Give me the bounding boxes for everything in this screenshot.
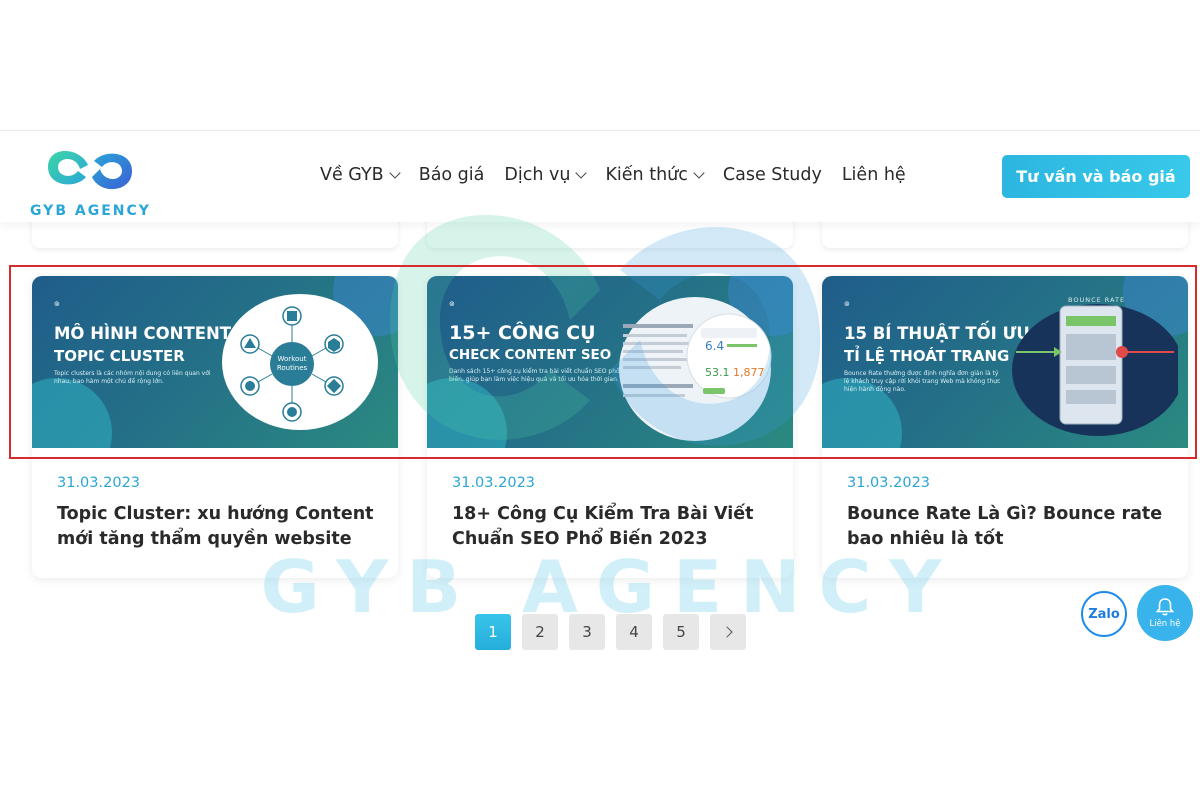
- seo-tool-screenshot-icon: 6.4 53.1 1,877: [619, 297, 772, 441]
- nav-item-label: Case Study: [722, 165, 822, 185]
- page-button-5[interactable]: 5: [663, 614, 699, 650]
- svg-text:Workout: Workout: [278, 355, 307, 363]
- zalo-chat-button[interactable]: Zalo: [1081, 591, 1127, 637]
- svg-text:1,877: 1,877: [733, 366, 765, 379]
- post-card[interactable]: ⊚ MÔ HÌNH CONTENT TOPIC CLUSTER Topic cl…: [32, 276, 398, 578]
- post-thumbnail[interactable]: ⊚ 15 BÍ THUẬT TỐI ƯU TỈ LỆ THOÁT TRANG B…: [822, 276, 1188, 448]
- nav-item-label: Dịch vụ: [504, 165, 571, 185]
- brand-name: GYB AGENCY: [30, 203, 151, 219]
- thumb-description: Topic clusters là các nhóm nội dung có l…: [54, 370, 211, 385]
- brand-logo[interactable]: GYB AGENCY: [30, 141, 150, 221]
- thumb-description: Bounce Rate thường được định nghĩa đơn g…: [844, 370, 1001, 393]
- site-header: GYB AGENCY Về GYB Báo giá Dịch vụ Kiến t…: [0, 130, 1200, 222]
- topic-cluster-diagram-icon: Workout Routines: [222, 294, 378, 430]
- thumb-logo-icon: ⊚: [449, 300, 456, 308]
- svg-text:Routines: Routines: [277, 364, 308, 372]
- chevron-down-icon: [389, 167, 401, 179]
- page-button-3[interactable]: 3: [569, 614, 605, 650]
- nav-item-label: Kiến thức: [605, 165, 688, 185]
- post-card[interactable]: ⊚ 15+ CÔNG CỤ CHECK CONTENT SEO Danh sác…: [427, 276, 793, 578]
- page-button-1[interactable]: 1: [475, 614, 511, 650]
- thumb-title-line2: TỈ LỆ THOÁT TRANG: [844, 347, 1010, 365]
- chevron-down-icon: [693, 167, 705, 179]
- post-title[interactable]: Topic Cluster: xu hướng Content mới tăng…: [57, 502, 377, 552]
- bounce-rate-label: BOUNCE RATE: [1068, 296, 1126, 304]
- thumb-title-line1: MÔ HÌNH CONTENT: [54, 324, 232, 343]
- pagination: 1 2 3 4 5: [475, 614, 746, 650]
- nav-item-case-study[interactable]: Case Study: [723, 165, 822, 185]
- bounce-rate-illustration-icon: [1012, 304, 1178, 436]
- post-title[interactable]: 18+ Công Cụ Kiểm Tra Bài Viết Chuẩn SEO …: [452, 502, 772, 552]
- main-nav: Về GYB Báo giá Dịch vụ Kiến thức Case St…: [320, 165, 906, 185]
- contact-label: Liên hệ: [1149, 619, 1181, 629]
- decor-shape: [32, 378, 112, 448]
- nav-item-contact[interactable]: Liên hệ: [842, 165, 906, 185]
- chevron-right-icon: [720, 626, 733, 638]
- post-date: 31.03.2023: [57, 475, 141, 491]
- decor-shape: [427, 378, 507, 448]
- nav-item-about[interactable]: Về GYB: [320, 165, 401, 185]
- thumb-logo-icon: ⊚: [844, 300, 851, 308]
- zalo-label: Zalo: [1088, 606, 1120, 622]
- post-title[interactable]: Bounce Rate Là Gì? Bounce rate bao nhiêu…: [847, 502, 1167, 552]
- post-date: 31.03.2023: [452, 475, 536, 491]
- thumb-description: Danh sách 15+ công cụ kiểm tra bài viết …: [449, 368, 620, 383]
- page: GYB AGENCY Về GYB Báo giá Dịch vụ Kiến t…: [0, 0, 1200, 800]
- nav-item-label: Liên hệ: [841, 165, 906, 185]
- thumb-logo-icon: ⊚: [54, 300, 61, 308]
- post-thumbnail[interactable]: ⊚ MÔ HÌNH CONTENT TOPIC CLUSTER Topic cl…: [32, 276, 398, 448]
- page-button-2[interactable]: 2: [522, 614, 558, 650]
- consult-button[interactable]: Tư vấn và báo giá: [1002, 155, 1190, 198]
- nav-item-knowledge[interactable]: Kiến thức: [605, 165, 705, 185]
- next-page-button[interactable]: [710, 614, 746, 650]
- post-date: 31.03.2023: [847, 475, 931, 491]
- logo-mark-icon: [48, 151, 132, 190]
- nav-item-label: Báo giá: [418, 165, 485, 185]
- nav-item-label: Về GYB: [320, 165, 384, 185]
- nav-item-pricing[interactable]: Báo giá: [419, 165, 485, 185]
- bell-icon: [1155, 598, 1175, 616]
- chevron-down-icon: [575, 167, 588, 179]
- thumb-title-line1: 15 BÍ THUẬT TỐI ƯU: [844, 324, 1030, 343]
- nav-item-services[interactable]: Dịch vụ: [504, 165, 588, 185]
- thumb-title-line2: CHECK CONTENT SEO: [449, 347, 612, 363]
- svg-text:53.1: 53.1: [705, 366, 730, 379]
- svg-text:6.4: 6.4: [705, 339, 724, 353]
- page-button-4[interactable]: 4: [616, 614, 652, 650]
- post-card[interactable]: ⊚ 15 BÍ THUẬT TỐI ƯU TỈ LỆ THOÁT TRANG B…: [822, 276, 1188, 578]
- contact-float-button[interactable]: Liên hệ: [1137, 585, 1193, 641]
- thumb-title-line1: 15+ CÔNG CỤ: [449, 322, 596, 344]
- post-thumbnail[interactable]: ⊚ 15+ CÔNG CỤ CHECK CONTENT SEO Danh sác…: [427, 276, 793, 448]
- thumb-title-line2: TOPIC CLUSTER: [54, 347, 185, 365]
